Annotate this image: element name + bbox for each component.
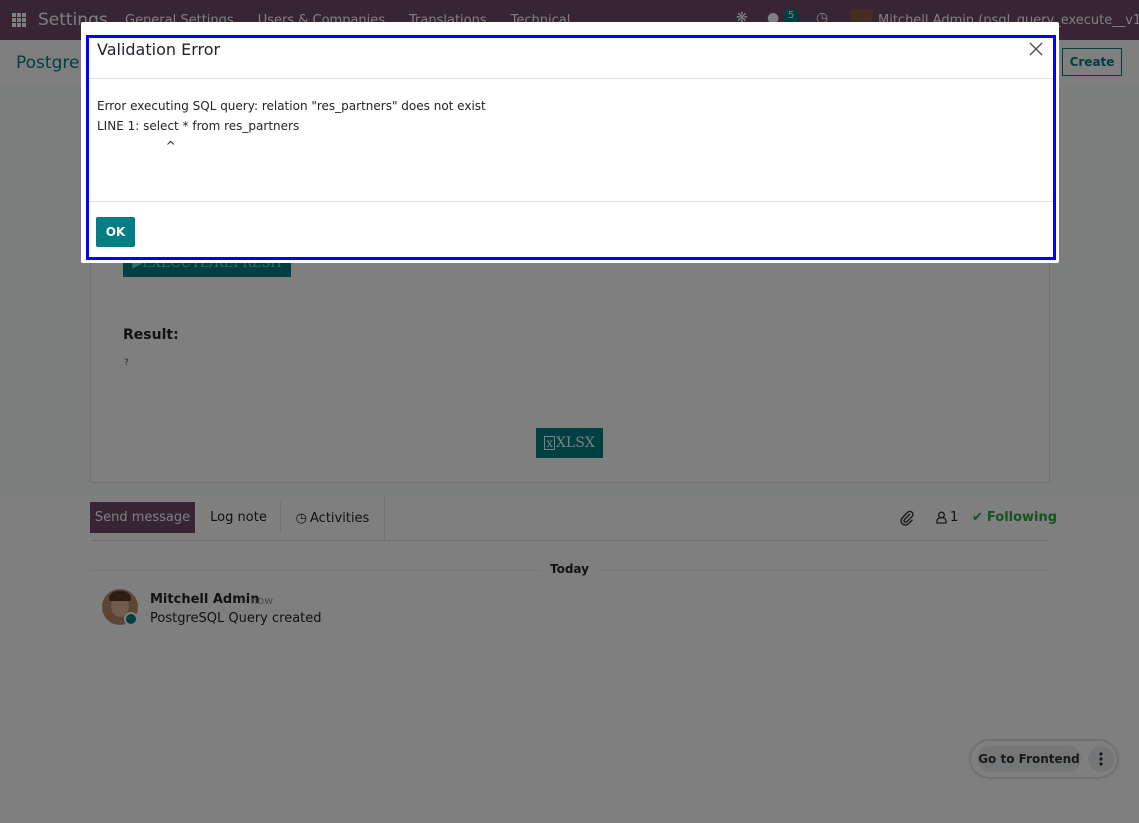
close-icon[interactable] [1027, 40, 1045, 58]
dialog-header-divider [89, 78, 1053, 79]
dialog-footer-divider [89, 201, 1053, 202]
dialog-title: Validation Error [97, 40, 221, 59]
error-message: Error executing SQL query: relation "res… [97, 99, 486, 153]
ok-button[interactable]: OK [96, 217, 135, 247]
